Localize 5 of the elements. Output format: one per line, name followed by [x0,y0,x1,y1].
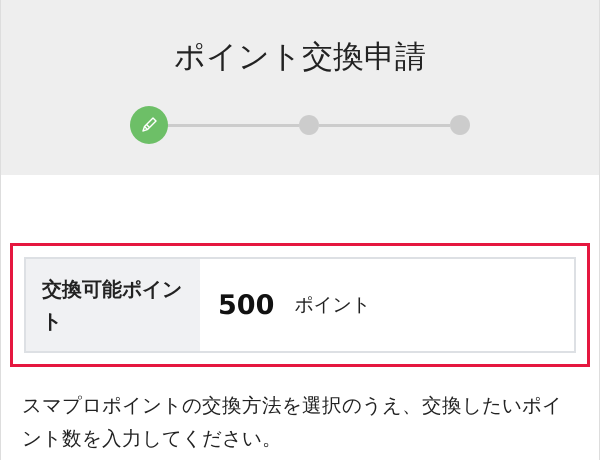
points-unit: ポイント [294,293,370,318]
page-title: ポイント交換申請 [174,38,426,77]
points-label: 交換可能ポイント [26,259,200,351]
instruction-text: スマプロポイントの交換方法を選択のうえ、交換したいポイント数を入力してください。 [22,393,563,452]
points-value: 500 [218,290,274,320]
